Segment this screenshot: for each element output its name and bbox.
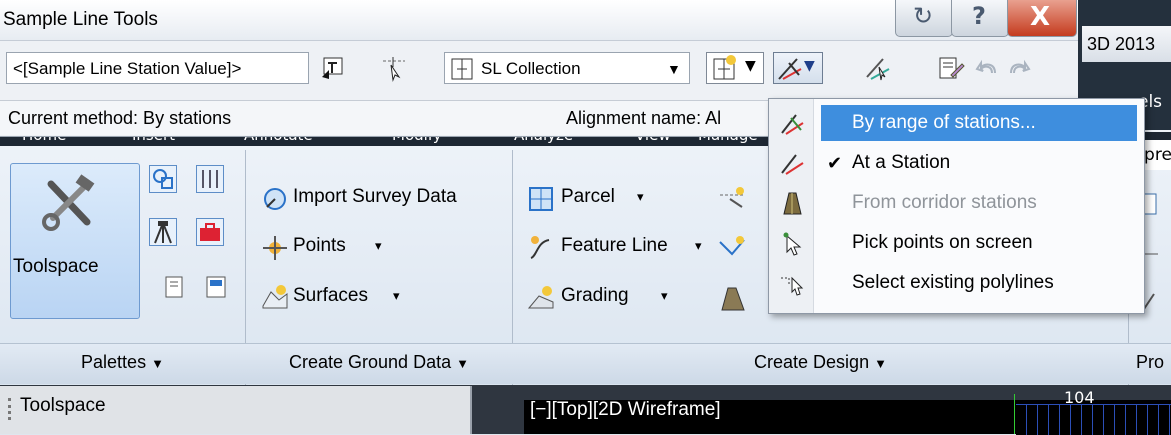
sample-line-group-icon: [713, 55, 736, 80]
help-icon-button[interactable]: ↻: [895, 0, 953, 37]
properties-icon[interactable]: [160, 273, 188, 301]
chevron-down-icon: ▼: [745, 58, 756, 74]
grip-handle[interactable]: [8, 398, 14, 420]
toolbox-icon[interactable]: [196, 218, 224, 246]
product-badge: 3D 2013: [1082, 26, 1171, 62]
parcel-button[interactable]: Parcel ▾: [525, 183, 695, 215]
pick-points-icon: [783, 232, 802, 256]
points-icon: [263, 236, 287, 260]
pick-station-button[interactable]: [378, 52, 410, 84]
points-button[interactable]: Points ▾: [259, 232, 419, 264]
close-icon: X: [1030, 2, 1051, 32]
parcel-icon: [529, 187, 553, 211]
import-survey-icon: [264, 188, 286, 210]
checkmark-icon: ✔: [827, 153, 843, 173]
create-sample-line-group-button[interactable]: ▼: [706, 52, 764, 84]
grading-button[interactable]: Grading ▾: [525, 282, 675, 314]
chevron-down-icon: ▾: [393, 289, 400, 304]
settings-tools-icon[interactable]: [196, 165, 224, 193]
alignment-tool-icon[interactable]: [718, 185, 748, 215]
create-design-panel-label[interactable]: Create Design ▼: [513, 344, 1128, 380]
question-icon: ?: [972, 2, 986, 30]
menu-item-from-corridor-stations[interactable]: From corridor stations: [813, 185, 1143, 221]
chevron-down-icon: ▼: [804, 58, 815, 74]
feature-line-button[interactable]: Feature Line ▾: [525, 232, 705, 264]
pick-station-icon: [383, 57, 405, 82]
surfaces-button[interactable]: Surfaces ▾: [259, 282, 419, 314]
current-method-text: Current method: By stations: [8, 108, 232, 128]
menu-item-select-existing-polylines[interactable]: Select existing polylines: [813, 265, 1143, 301]
polyline-icon: [781, 276, 804, 296]
sl-collection-select[interactable]: SL Collection ▼: [444, 52, 690, 84]
question-button[interactable]: ?: [951, 0, 1009, 37]
grid-lines: [1016, 404, 1171, 435]
alignment-name-text: Alignment name: Al: [566, 108, 722, 128]
toolspace-title: Toolspace: [20, 395, 106, 416]
redo-button[interactable]: [1004, 52, 1034, 84]
chevron-down-icon: ▼: [874, 356, 887, 371]
corridor-icon: [783, 192, 802, 215]
sample-line-method-icon: [778, 58, 802, 80]
chevron-down-icon: ▼: [151, 356, 164, 371]
collection-icon: [451, 58, 473, 80]
chevron-down-icon: ▼: [456, 356, 469, 371]
select-samplelines-button[interactable]: [862, 52, 894, 84]
help-icon: ↻: [913, 2, 934, 30]
chevron-down-icon: ▾: [375, 239, 382, 254]
import-survey-data-button[interactable]: Import Survey Data: [259, 183, 509, 215]
surfaces-icon: [262, 285, 288, 309]
survey-icon[interactable]: [149, 218, 177, 246]
toolspace-palette[interactable]: Toolspace: [0, 386, 472, 434]
corridor-tool-icon[interactable]: [718, 284, 748, 314]
viewport-controls[interactable]: [−][Top][2D Wireframe]: [530, 399, 721, 421]
toolspace-button[interactable]: Toolspace: [10, 163, 140, 319]
ucs-axis: [1014, 394, 1015, 434]
chevron-down-icon: ▾: [661, 289, 668, 304]
select-alignment-button[interactable]: [318, 52, 350, 84]
station-icon: [781, 154, 804, 175]
drawing-viewport[interactable]: [−][Top][2D Wireframe] 104: [524, 388, 1171, 435]
sample-line-select-icon: [866, 58, 890, 81]
toolspace-label: Toolspace: [13, 256, 99, 277]
creation-methods-menu: By range of stations... ✔ At a Station F…: [768, 98, 1145, 314]
profile-tool-icon[interactable]: [718, 234, 748, 264]
chevron-down-icon: ▾: [695, 239, 702, 254]
chevron-down-icon: ▾: [637, 190, 644, 205]
redo-icon: [1010, 59, 1031, 74]
prospector-icon[interactable]: [149, 165, 177, 193]
range-stations-icon: [781, 114, 804, 135]
feature-line-icon: [530, 236, 550, 259]
menu-item-pick-points-on-screen[interactable]: Pick points on screen: [813, 225, 1143, 261]
window-title: Sample Line Tools: [3, 9, 158, 30]
menu-item-by-range-of-stations[interactable]: By range of stations...: [821, 105, 1137, 141]
undo-button[interactable]: [972, 52, 1002, 84]
menu-item-at-a-station[interactable]: ✔ At a Station: [813, 145, 1143, 181]
grading-icon: [527, 286, 554, 309]
select-alignment-icon: [322, 57, 343, 79]
panel-icon[interactable]: [202, 273, 230, 301]
close-button[interactable]: X: [1007, 0, 1077, 37]
profile-panel-label-partial[interactable]: Pro: [1136, 344, 1171, 380]
chevron-down-icon: ▼: [667, 61, 681, 77]
station-value-field[interactable]: <[Sample Line Station Value]>: [6, 52, 309, 84]
edit-icon: [939, 57, 965, 79]
toolspace-icon: [42, 174, 95, 231]
undo-icon: [975, 59, 996, 74]
sample-line-creation-methods-button[interactable]: ▼: [773, 52, 823, 84]
edit-sample-line-button[interactable]: [934, 52, 968, 84]
create-ground-data-panel-label[interactable]: Create Ground Data ▼: [246, 344, 512, 380]
palettes-panel-label[interactable]: Palettes ▼: [0, 344, 245, 380]
